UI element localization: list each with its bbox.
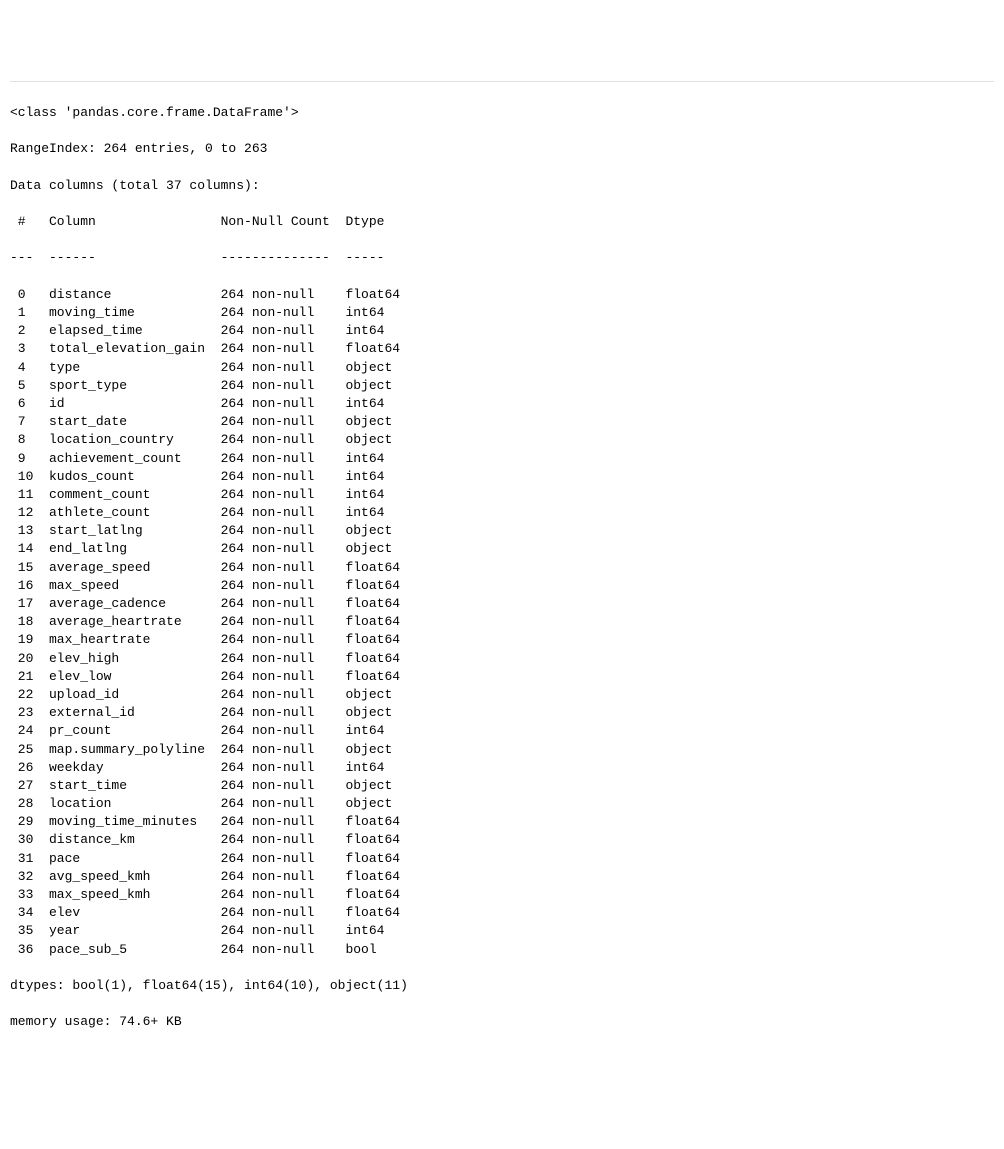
column-row: 14 end_latlng 264 non-null object — [10, 540, 994, 558]
column-row: 27 start_time 264 non-null object — [10, 777, 994, 795]
column-row: 34 elev 264 non-null float64 — [10, 904, 994, 922]
column-row: 18 average_heartrate 264 non-null float6… — [10, 613, 994, 631]
column-row: 35 year 264 non-null int64 — [10, 922, 994, 940]
column-row: 30 distance_km 264 non-null float64 — [10, 831, 994, 849]
column-row: 2 elapsed_time 264 non-null int64 — [10, 322, 994, 340]
column-row: 24 pr_count 264 non-null int64 — [10, 722, 994, 740]
memory-usage-line: memory usage: 74.6+ KB — [10, 1013, 994, 1031]
column-row: 16 max_speed 264 non-null float64 — [10, 577, 994, 595]
column-row: 19 max_heartrate 264 non-null float64 — [10, 631, 994, 649]
column-row: 11 comment_count 264 non-null int64 — [10, 486, 994, 504]
column-row: 29 moving_time_minutes 264 non-null floa… — [10, 813, 994, 831]
column-row: 17 average_cadence 264 non-null float64 — [10, 595, 994, 613]
column-row: 8 location_country 264 non-null object — [10, 431, 994, 449]
column-rows: 0 distance 264 non-null float64 1 moving… — [10, 286, 994, 959]
class-line: <class 'pandas.core.frame.DataFrame'> — [10, 104, 994, 122]
column-row: 13 start_latlng 264 non-null object — [10, 522, 994, 540]
dataframe-info-output: <class 'pandas.core.frame.DataFrame'> Ra… — [10, 81, 994, 1050]
divider-line: --- ------ -------------- ----- — [10, 249, 994, 267]
column-row: 3 total_elevation_gain 264 non-null floa… — [10, 340, 994, 358]
column-row: 7 start_date 264 non-null object — [10, 413, 994, 431]
column-row: 5 sport_type 264 non-null object — [10, 377, 994, 395]
column-row: 20 elev_high 264 non-null float64 — [10, 650, 994, 668]
column-row: 21 elev_low 264 non-null float64 — [10, 668, 994, 686]
column-row: 28 location 264 non-null object — [10, 795, 994, 813]
column-header-line: # Column Non-Null Count Dtype — [10, 213, 994, 231]
column-row: 1 moving_time 264 non-null int64 — [10, 304, 994, 322]
column-row: 32 avg_speed_kmh 264 non-null float64 — [10, 868, 994, 886]
column-row: 6 id 264 non-null int64 — [10, 395, 994, 413]
column-row: 26 weekday 264 non-null int64 — [10, 759, 994, 777]
column-row: 9 achievement_count 264 non-null int64 — [10, 450, 994, 468]
column-row: 10 kudos_count 264 non-null int64 — [10, 468, 994, 486]
column-row: 0 distance 264 non-null float64 — [10, 286, 994, 304]
column-row: 36 pace_sub_5 264 non-null bool — [10, 941, 994, 959]
range-index-line: RangeIndex: 264 entries, 0 to 263 — [10, 140, 994, 158]
column-row: 23 external_id 264 non-null object — [10, 704, 994, 722]
dtypes-summary-line: dtypes: bool(1), float64(15), int64(10),… — [10, 977, 994, 995]
column-row: 12 athlete_count 264 non-null int64 — [10, 504, 994, 522]
column-row: 33 max_speed_kmh 264 non-null float64 — [10, 886, 994, 904]
data-columns-line: Data columns (total 37 columns): — [10, 177, 994, 195]
column-row: 15 average_speed 264 non-null float64 — [10, 559, 994, 577]
column-row: 25 map.summary_polyline 264 non-null obj… — [10, 741, 994, 759]
column-row: 31 pace 264 non-null float64 — [10, 850, 994, 868]
column-row: 4 type 264 non-null object — [10, 359, 994, 377]
column-row: 22 upload_id 264 non-null object — [10, 686, 994, 704]
